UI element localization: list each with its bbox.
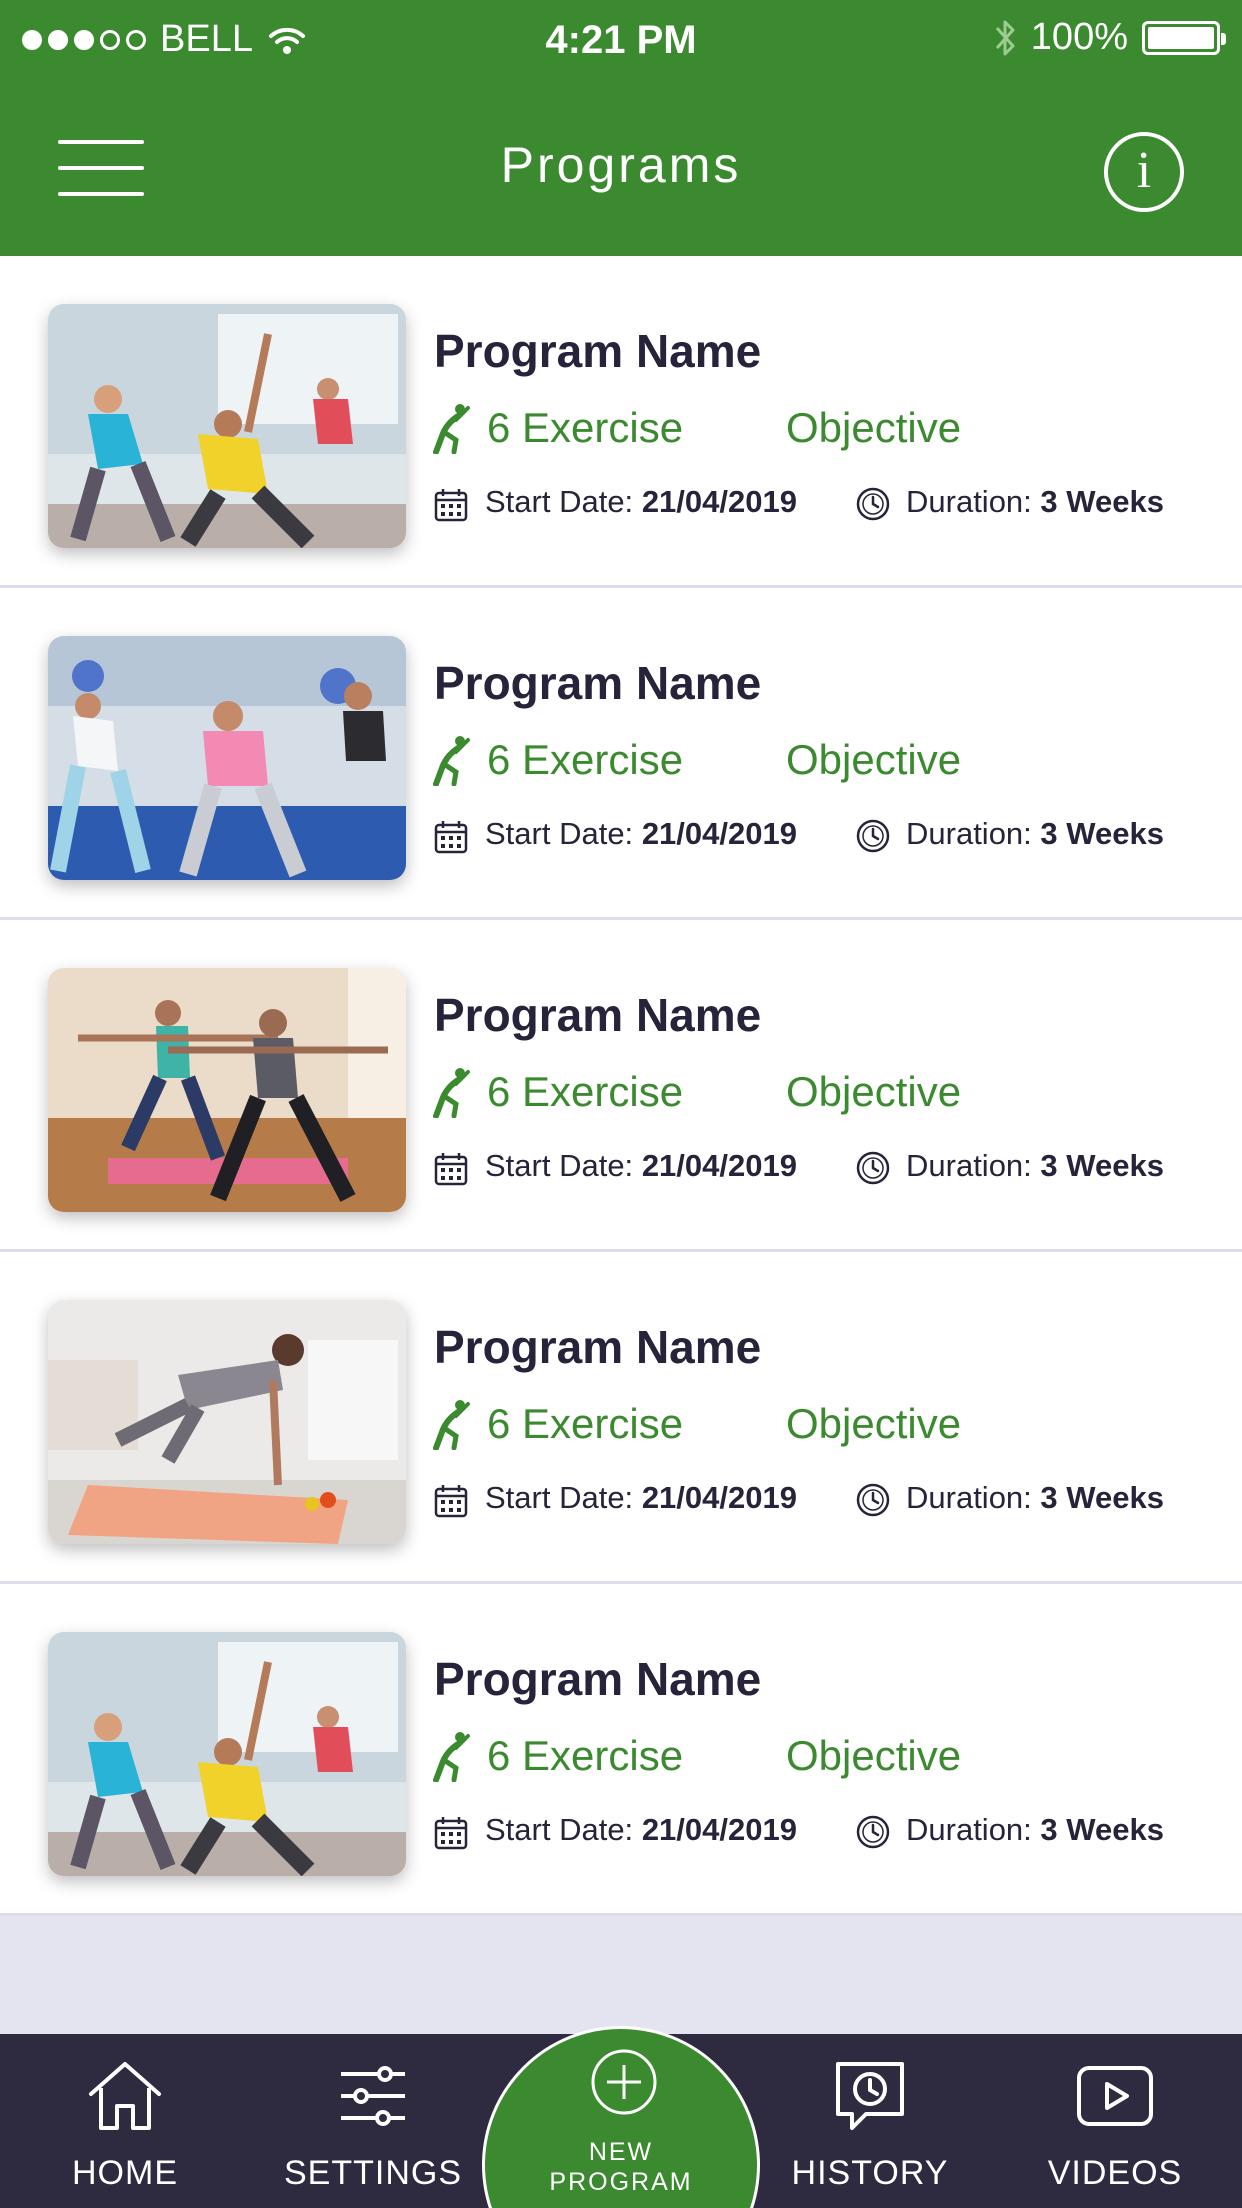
program-thumbnail	[48, 1632, 406, 1876]
start-date: Start Date: 21/04/2019	[485, 1480, 797, 1516]
info-icon[interactable]: i	[1104, 132, 1184, 212]
program-name: Program Name	[434, 325, 762, 377]
duration-label: Duration:	[906, 1480, 1032, 1515]
start-date: Start Date: 21/04/2019	[485, 484, 797, 520]
start-date-value: 21/04/2019	[641, 1148, 797, 1183]
app-header: BELL 4:21 PM 100% Programs i	[0, 0, 1242, 256]
duration-label: Duration:	[906, 1812, 1032, 1847]
start-date-value: 21/04/2019	[641, 1812, 797, 1847]
program-card[interactable]: Program Name 6 Exercise Objective Start Dat…	[0, 1584, 1242, 1916]
tab-settings-label: SETTINGS	[283, 2154, 463, 2192]
clock-icon	[856, 1151, 890, 1185]
bluetooth-icon	[995, 20, 1015, 55]
stretch-exercise-icon	[433, 1068, 470, 1118]
calendar-icon	[434, 489, 468, 522]
calendar-icon	[434, 1485, 468, 1518]
program-objective: Objective	[786, 1068, 962, 1115]
exercise-count: 6 Exercise	[487, 1068, 684, 1115]
page-title: Programs	[500, 137, 742, 193]
status-bar: BELL 4:21 PM 100%	[0, 0, 1242, 86]
tab-videos[interactable]: VIDEOS	[1030, 2034, 1200, 2208]
program-objective: Objective	[786, 1400, 962, 1447]
program-card[interactable]: Program Name 6 Exercise Objective Start Dat…	[0, 1252, 1242, 1584]
program-name: Program Name	[434, 989, 762, 1041]
duration-label: Duration:	[906, 1148, 1032, 1183]
stretch-exercise-icon	[433, 404, 470, 454]
video-play-icon	[1077, 2066, 1153, 2126]
duration: Duration: 3 Weeks	[906, 1812, 1164, 1848]
battery-percent: 100%	[1030, 16, 1128, 58]
tab-history[interactable]: HISTORY	[780, 2034, 960, 2208]
exercise-count: 6 Exercise	[487, 736, 684, 783]
start-date-value: 21/04/2019	[641, 1480, 797, 1515]
duration-label: Duration:	[906, 484, 1032, 519]
new-program-label-line1: NEW	[588, 2138, 654, 2166]
stretch-exercise-icon	[433, 736, 470, 786]
duration-value: 3 Weeks	[1040, 1812, 1164, 1847]
exercise-count: 6 Exercise	[487, 1400, 684, 1447]
calendar-icon	[434, 1153, 468, 1186]
history-chat-clock-icon	[836, 2062, 904, 2130]
duration: Duration: 3 Weeks	[906, 1480, 1164, 1516]
start-date-value: 21/04/2019	[641, 484, 797, 519]
program-objective: Objective	[786, 736, 962, 783]
duration-value: 3 Weeks	[1040, 1148, 1164, 1183]
start-date-label: Start Date:	[485, 1148, 634, 1183]
duration-label: Duration:	[906, 816, 1032, 851]
program-card[interactable]: Program Name 6 Exercise Objective Start Dat…	[0, 588, 1242, 920]
program-thumbnail	[48, 968, 406, 1212]
status-right: 100%	[993, 16, 1226, 59]
program-list: Program Name 6 Exercise Objective Start Dat…	[0, 256, 1242, 1916]
program-thumbnail	[48, 304, 406, 548]
clock-icon	[856, 487, 890, 521]
new-program-label-line2: PROGRAM	[549, 2168, 693, 2196]
program-objective: Objective	[786, 404, 962, 451]
sliders-icon	[341, 2066, 405, 2126]
tab-settings[interactable]: SETTINGS	[268, 2034, 478, 2208]
duration: Duration: 3 Weeks	[906, 484, 1164, 520]
program-objective: Objective	[786, 1732, 962, 1779]
calendar-icon	[434, 821, 468, 854]
program-card[interactable]: Program Name 6 Exercise Objective Start Dat…	[0, 920, 1242, 1252]
program-thumbnail	[48, 636, 406, 880]
start-date-label: Start Date:	[485, 816, 634, 851]
program-name: Program Name	[434, 1653, 762, 1705]
clock-icon	[856, 819, 890, 853]
tab-home-label: HOME	[72, 2154, 178, 2192]
tab-home[interactable]: HOME	[40, 2034, 210, 2208]
start-date-label: Start Date:	[485, 484, 634, 519]
battery-icon	[1142, 20, 1226, 55]
home-icon	[89, 2062, 161, 2130]
program-name: Program Name	[434, 657, 762, 709]
duration-value: 3 Weeks	[1040, 484, 1164, 519]
plus-circle-icon	[591, 2049, 657, 2115]
start-date-value: 21/04/2019	[641, 816, 797, 851]
start-date: Start Date: 21/04/2019	[485, 1812, 797, 1848]
clock-icon	[856, 1815, 890, 1849]
stretch-exercise-icon	[433, 1732, 470, 1782]
exercise-count: 6 Exercise	[487, 404, 684, 451]
duration: Duration: 3 Weeks	[906, 816, 1164, 852]
clock-icon	[856, 1483, 890, 1517]
start-date: Start Date: 21/04/2019	[485, 816, 797, 852]
tab-videos-label: VIDEOS	[1047, 2154, 1183, 2192]
duration-value: 3 Weeks	[1040, 1480, 1164, 1515]
duration: Duration: 3 Weeks	[906, 1148, 1164, 1184]
start-date: Start Date: 21/04/2019	[485, 1148, 797, 1184]
exercise-count: 6 Exercise	[487, 1732, 684, 1779]
start-date-label: Start Date:	[485, 1480, 634, 1515]
tab-history-label: HISTORY	[791, 2154, 949, 2192]
program-thumbnail	[48, 1300, 406, 1544]
duration-value: 3 Weeks	[1040, 816, 1164, 851]
program-name: Program Name	[434, 1321, 762, 1373]
calendar-icon	[434, 1817, 468, 1850]
program-card[interactable]: Program Name 6 Exercise Objective Start Dat…	[0, 256, 1242, 588]
stretch-exercise-icon	[433, 1400, 470, 1450]
new-program-label: NEW PROGRAM	[485, 2137, 757, 2197]
start-date-label: Start Date:	[485, 1812, 634, 1847]
